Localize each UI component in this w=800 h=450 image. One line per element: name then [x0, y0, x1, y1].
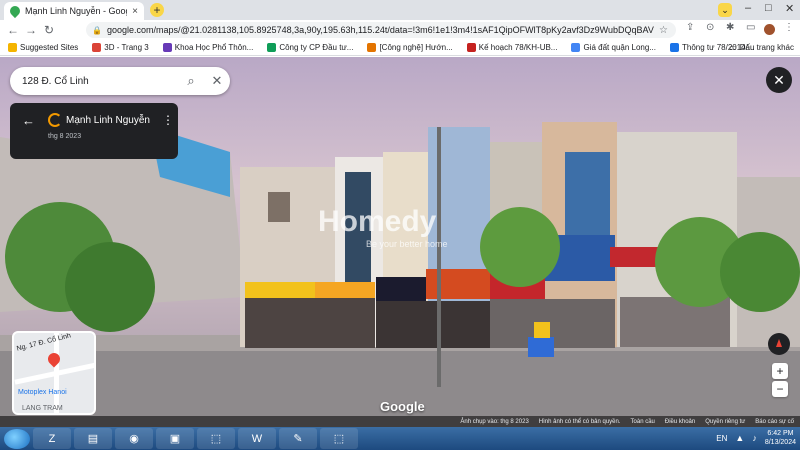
bookmarks-bar: Suggested Sites 3D - Trang 3 Khoa Học Phổ …	[0, 40, 800, 56]
map-footer: Ảnh chụp vào: thg 8 2023 Hình ảnh có thể …	[0, 416, 800, 427]
taskbar-app-monitor-icon[interactable]: ▣	[156, 428, 194, 449]
search-icon[interactable]: ⌕	[178, 73, 204, 89]
bookmark-favicon-icon	[669, 43, 679, 52]
footer-link[interactable]: Báo cáo sự cố	[755, 419, 794, 425]
lock-icon: 🔒	[92, 25, 102, 35]
volume-icon[interactable]: ♪	[752, 433, 757, 443]
bookmark-item[interactable]: Khoa Học Phổ Thôn...	[162, 43, 254, 52]
language-indicator[interactable]: EN	[716, 434, 727, 443]
location-pin-icon	[45, 350, 63, 368]
footer-link[interactable]: Toàn cầu	[631, 419, 655, 425]
taskbar-app-access-icon[interactable]: ⬚	[320, 428, 358, 449]
tab-strip: Mạnh Linh Nguyễn - Google Ma × + ⌄ – □ ✕	[0, 0, 800, 20]
search-box[interactable]: 128 Đ. Cổ Linh ⌕ ✕	[10, 67, 230, 95]
taskbar-app-paint-icon[interactable]: ✎	[279, 428, 317, 449]
clock-date: 8/13/2024	[764, 439, 796, 446]
taskbar-app-word-icon[interactable]: W	[238, 428, 276, 449]
url-text[interactable]: google.com/maps/@21.0281138,105.8925748,…	[107, 25, 654, 35]
browser-tab[interactable]: Mạnh Linh Nguyễn - Google Ma ×	[4, 2, 144, 20]
profile-avatar[interactable]	[764, 24, 775, 35]
contributor-avatar[interactable]	[48, 113, 62, 127]
bookmark-star-icon[interactable]: ☆	[659, 25, 668, 36]
other-bookmarks-label: Dấu trang khác	[739, 43, 794, 52]
bookmark-favicon-icon	[571, 43, 581, 52]
google-logo: Google	[380, 399, 425, 414]
minimap-poi-label: Motoplex Hanoi	[18, 389, 67, 396]
reload-icon[interactable]: ↻	[40, 23, 58, 37]
clock-time: 6:42 PM	[767, 430, 794, 437]
extension-icon[interactable]: ⊙	[706, 22, 714, 33]
taskbar-app-zalo-icon[interactable]: Z	[33, 428, 71, 449]
maximize-icon[interactable]: □	[765, 2, 772, 14]
watermark-sub: Be your better home	[366, 239, 448, 249]
compass-icon[interactable]	[768, 333, 790, 355]
bookmark-label: Kế hoạch 78/KH-UB...	[478, 43, 558, 52]
bookmark-item[interactable]: Kế hoạch 78/KH-UB...	[466, 43, 558, 52]
footer-link[interactable]: Hình ảnh có thể có bản quyền.	[539, 419, 621, 425]
sidepanel-icon[interactable]: ▭	[746, 22, 755, 33]
taskbar-app-chrome-icon[interactable]: ◉	[115, 428, 153, 449]
footer-link: Ảnh chụp vào: thg 8 2023	[460, 418, 529, 425]
bookmark-label: Giá đất quận Long...	[583, 43, 656, 52]
menu-icon[interactable]: ⋮	[784, 22, 794, 33]
bookmark-item[interactable]: Giá đất quận Long...	[571, 43, 656, 52]
maps-favicon-icon	[7, 3, 23, 19]
browser-toolbar: ← → ↻ 🔒 google.com/maps/@21.0281138,105.…	[0, 20, 800, 40]
taskbar-app-files-icon[interactable]: ▤	[74, 428, 112, 449]
bookmark-favicon-icon	[8, 43, 17, 52]
watermark: Homedy Be your better home	[318, 205, 448, 249]
bookmark-favicon-icon	[162, 43, 172, 52]
other-bookmarks[interactable]: ▭ Dấu trang khác	[729, 43, 794, 52]
forward-icon[interactable]: →	[22, 23, 40, 37]
share-icon[interactable]: ⇪	[686, 22, 694, 33]
folder-icon: ▭	[729, 43, 737, 52]
minimap-street-label: Ng. 17 Đ. Cổ Linh	[15, 332, 72, 353]
close-street-view-button[interactable]: ✕	[766, 67, 792, 93]
bookmark-item[interactable]: Công ty CP Đầu tư...	[267, 43, 353, 52]
taskbar-app-pdf-icon[interactable]: ⬚	[197, 428, 235, 449]
zoom-out-button[interactable]: −	[772, 381, 788, 397]
taskbar: Z ▤ ◉ ▣ ⬚ W ✎ ⬚ EN ▲ ♪ 6:42 PM 8/13/2024	[0, 427, 800, 450]
minimap-road	[54, 333, 59, 413]
address-bar[interactable]: 🔒 google.com/maps/@21.0281138,105.892574…	[86, 22, 676, 38]
tab-search-icon[interactable]: ⌄	[718, 3, 732, 17]
minimap[interactable]: Ng. 17 Đ. Cổ Linh Motoplex Hanoi LANG TR…	[12, 331, 96, 415]
minimize-icon[interactable]: –	[745, 2, 751, 14]
bookmark-label: Suggested Sites	[20, 43, 79, 52]
street-view[interactable]: Homedy Be your better home 128 Đ. Cổ Lin…	[0, 57, 800, 427]
minimap-area-label: LANG TRAM	[22, 405, 63, 412]
back-arrow-icon[interactable]: ←	[22, 113, 35, 128]
bookmark-label: 3D - Trang 3	[104, 43, 149, 52]
contributor-name[interactable]: Mạnh Linh Nguyễn	[66, 115, 150, 126]
bookmark-item[interactable]: [Công nghệ] Hướn...	[367, 43, 453, 52]
footer-link[interactable]: Quyền riêng tư	[705, 419, 745, 425]
new-tab-button[interactable]: +	[150, 3, 164, 17]
capture-date: thg 8 2023	[48, 133, 82, 140]
bookmark-favicon-icon	[92, 43, 102, 52]
back-icon[interactable]: ←	[4, 23, 22, 37]
bookmark-label: Khoa Học Phổ Thôn...	[174, 43, 254, 52]
bookmark-favicon-icon	[367, 43, 377, 52]
bookmark-label: Công ty CP Đầu tư...	[279, 43, 354, 52]
start-button-icon[interactable]	[4, 428, 30, 449]
tab-close-icon[interactable]: ×	[132, 6, 138, 17]
bookmark-item[interactable]: Suggested Sites	[8, 43, 78, 52]
bookmark-label: [Công nghệ] Hướn...	[379, 43, 453, 52]
system-tray: EN ▲ ♪ 6:42 PM 8/13/2024	[716, 429, 796, 447]
more-options-icon[interactable]: ⋮	[162, 113, 174, 127]
watermark-main: Homedy	[318, 205, 437, 238]
footer-link[interactable]: Điều khoản	[665, 419, 695, 425]
clock[interactable]: 6:42 PM 8/13/2024	[765, 429, 796, 447]
bookmark-item[interactable]: 3D - Trang 3	[92, 43, 149, 52]
bookmark-favicon-icon	[267, 43, 277, 52]
bookmark-favicon-icon	[466, 43, 476, 52]
zoom-in-button[interactable]: +	[772, 363, 788, 379]
network-icon[interactable]: ▲	[735, 433, 744, 443]
street-view-info-card: ← Mạnh Linh Nguyễn thg 8 2023 ⋮	[10, 103, 178, 159]
search-input[interactable]: 128 Đ. Cổ Linh	[22, 76, 178, 87]
puzzle-icon[interactable]: ✱	[726, 22, 734, 33]
tab-title: Mạnh Linh Nguyễn - Google Ma	[25, 6, 127, 16]
window-close-icon[interactable]: ✕	[785, 2, 794, 15]
clear-search-icon[interactable]: ✕	[204, 73, 230, 89]
